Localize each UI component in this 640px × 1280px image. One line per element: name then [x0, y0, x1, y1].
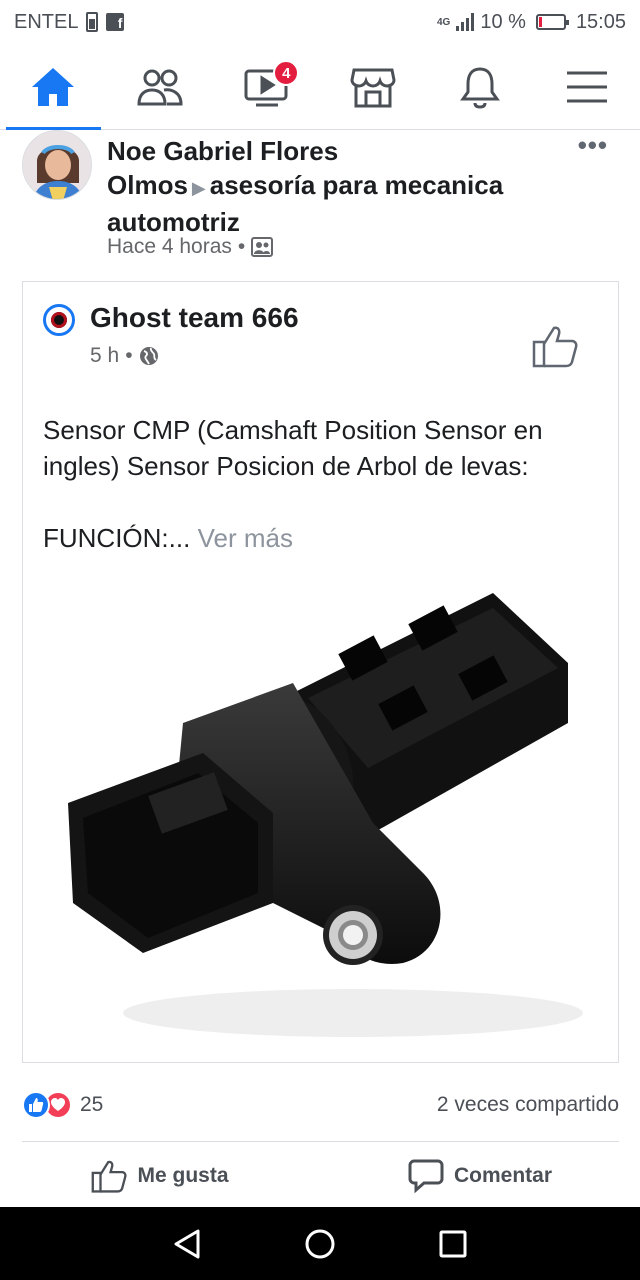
top-navigation: 4 — [0, 44, 640, 130]
group-members-icon — [251, 237, 274, 257]
camshaft-sensor-image — [68, 593, 583, 1037]
card-like-button[interactable] — [532, 324, 578, 373]
system-navigation-bar — [0, 1207, 640, 1280]
shared-post-meta: 5 h • — [90, 344, 159, 368]
home-icon — [32, 67, 75, 106]
reaction-summary[interactable]: 25 — [22, 1091, 103, 1119]
watch-badge: 4 — [273, 60, 300, 86]
tab-marketplace[interactable] — [320, 44, 427, 129]
recents-button[interactable] — [423, 1214, 483, 1274]
dot-separator: • — [125, 344, 133, 367]
comment-button[interactable]: Comentar — [320, 1145, 640, 1207]
notifications-icon — [460, 66, 500, 109]
friends-icon — [137, 69, 183, 105]
shared-post-text: Sensor CMP (Camshaft Position Sensor en … — [43, 412, 603, 556]
reaction-count[interactable]: 25 — [80, 1093, 103, 1117]
facebook-notification-icon: f — [106, 13, 125, 31]
network-type-label: 4G — [437, 16, 451, 28]
back-icon — [174, 1229, 200, 1258]
carrier-label: ENTEL — [14, 10, 79, 33]
menu-icon — [566, 71, 607, 102]
divider — [22, 1141, 619, 1142]
post-author[interactable]: Noe Gabriel Flores Olmos ▶ asesoría para m… — [107, 134, 507, 239]
signal-icon — [456, 13, 475, 31]
like-button[interactable]: Me gusta — [0, 1145, 320, 1207]
tab-friends[interactable] — [107, 44, 214, 129]
post-header: Noe Gabriel Flores Olmos ▶ asesoría para m… — [0, 130, 640, 278]
more-options-icon[interactable]: ••• — [578, 130, 608, 161]
back-button[interactable] — [157, 1214, 217, 1274]
tab-notifications[interactable] — [427, 44, 534, 129]
like-reaction-icon — [22, 1091, 50, 1119]
page-avatar-icon[interactable] — [43, 304, 75, 336]
thumbs-up-icon — [92, 1160, 128, 1193]
tab-watch[interactable]: 4 — [213, 44, 320, 129]
status-bar: ENTEL f 4G 10 % 15:05 — [0, 0, 640, 44]
reactions-bar: 25 2 veces compartido — [22, 1085, 619, 1125]
shared-page-name[interactable]: Ghost team 666 — [90, 302, 299, 334]
globe-icon — [139, 347, 158, 365]
marketplace-icon — [350, 68, 396, 107]
shared-post-time[interactable]: 5 h — [90, 344, 119, 368]
battery-icon — [535, 14, 569, 30]
avatar[interactable] — [22, 130, 92, 200]
post-text-line: Sensor CMP (Camshaft Position Sensor en … — [43, 415, 543, 481]
dot-separator: • — [237, 235, 246, 258]
battery-percent: 10 % — [480, 10, 526, 33]
tab-menu[interactable] — [533, 44, 640, 129]
tab-home[interactable] — [0, 44, 107, 130]
post-image[interactable] — [22, 573, 619, 1063]
home-circle-icon — [305, 1229, 335, 1258]
like-label: Me gusta — [137, 1164, 229, 1187]
shared-post-card[interactable]: Ghost team 666 5 h • Sensor CMP (Camshaf… — [22, 281, 619, 573]
recents-icon — [439, 1230, 467, 1257]
see-more-link[interactable]: Ver más — [198, 523, 293, 553]
home-system-button[interactable] — [290, 1214, 350, 1274]
clock: 15:05 — [575, 10, 626, 33]
share-count[interactable]: 2 veces compartido — [437, 1093, 619, 1117]
comment-icon — [408, 1159, 444, 1193]
post-actions: Me gusta Comentar — [0, 1145, 640, 1207]
battery-saver-icon — [86, 12, 99, 32]
post-text-line: FUNCIÓN:... Ver más — [43, 523, 293, 553]
post-time[interactable]: Hace 4 horas — [107, 235, 232, 259]
comment-label: Comentar — [453, 1164, 553, 1187]
post-meta: Hace 4 horas • — [107, 235, 274, 259]
arrow-right-icon: ▶ — [191, 178, 206, 198]
thumbs-up-icon — [532, 326, 578, 368]
